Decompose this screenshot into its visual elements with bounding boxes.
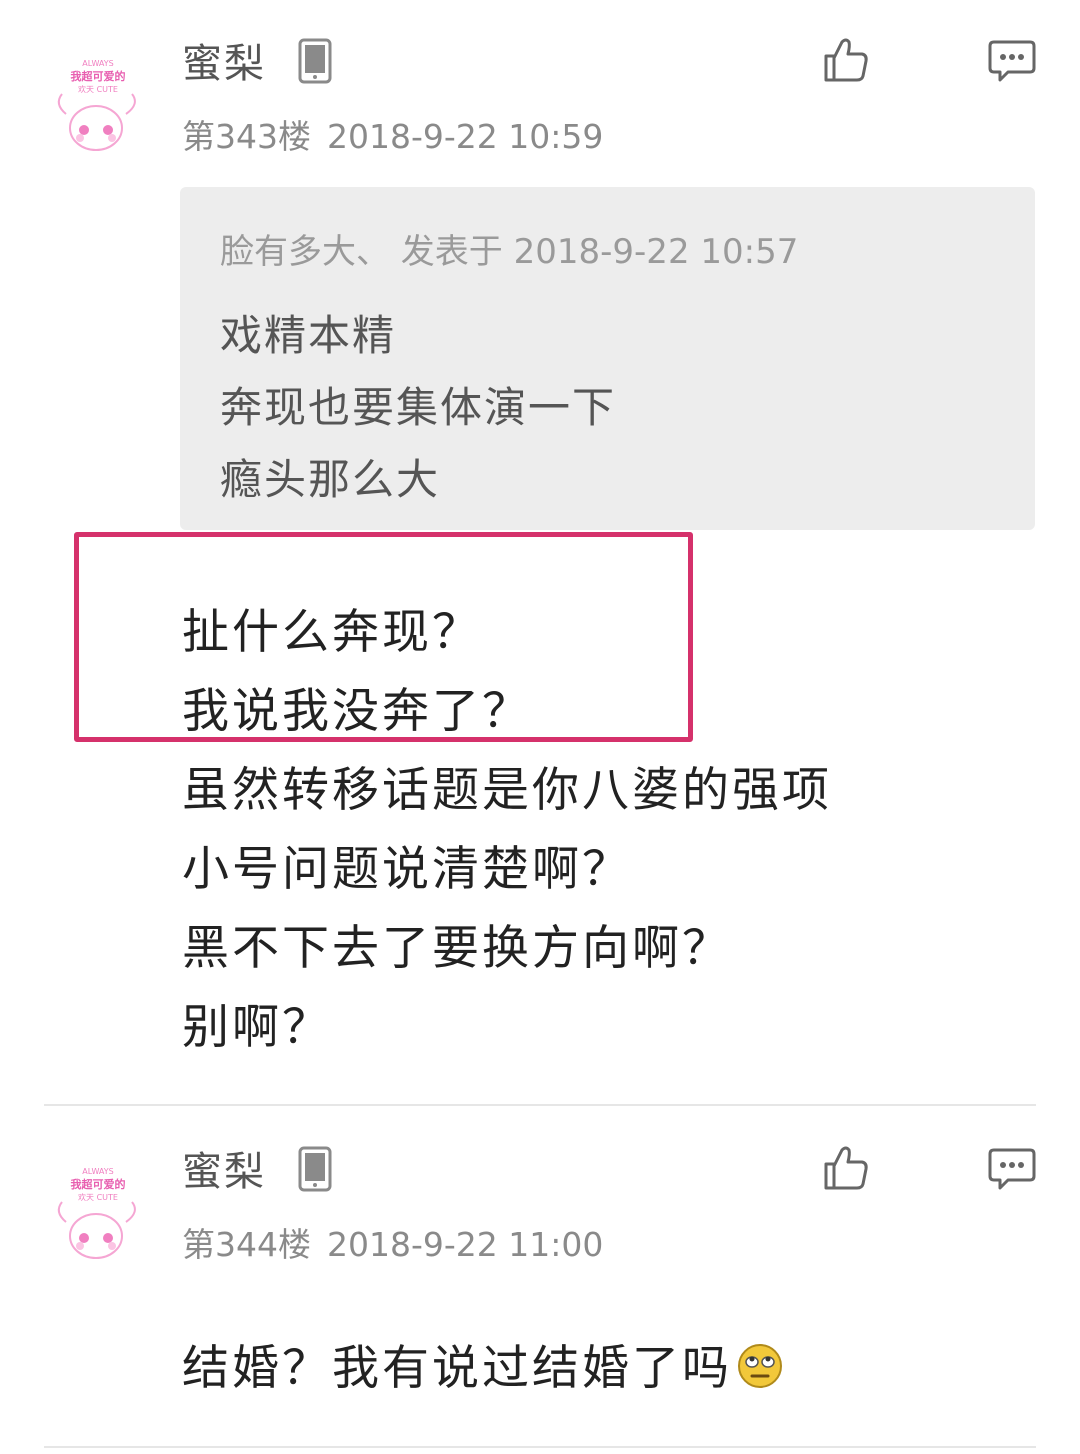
quote-header: 脸有多大、 发表于 2018-9-22 10:57 (220, 232, 799, 272)
comment-bubble-icon[interactable] (988, 1148, 1036, 1190)
svg-text:我超可爱的: 我超可爱的 (71, 69, 126, 83)
comment-bubble-icon[interactable] (988, 40, 1036, 82)
quote-line: 奔现也要集体演一下 (220, 383, 617, 432)
post-timestamp: 2018-9-22 10:59 (327, 117, 604, 156)
quote-line: 瘾头那么大 (220, 455, 441, 504)
quoted-reply: 脸有多大、 发表于 2018-9-22 10:57 戏精本精 奔现也要集体演一下… (180, 187, 1035, 530)
thumbs-up-icon[interactable] (822, 36, 870, 84)
svg-text:欢天 CUTE: 欢天 CUTE (78, 84, 118, 94)
post-text: 结婚？我有说过结婚了吗 (182, 1341, 732, 1396)
quote-line: 戏精本精 (220, 311, 397, 360)
floor-meta: 第344楼 2018-9-22 11:00 (182, 1228, 603, 1261)
post-divider (44, 1446, 1036, 1448)
post-timestamp: 2018-9-22 11:00 (327, 1225, 604, 1264)
post-text-line: 小号问题说清楚啊？ (182, 842, 632, 897)
floor-number: 第343楼 (182, 117, 311, 156)
username[interactable]: 蜜梨 (182, 1152, 266, 1192)
post-text-line: 虽然转移话题是你八婆的强项 (182, 763, 832, 818)
rolling-eyes-emoji-icon (738, 1344, 782, 1388)
post-343: ALWAYS 我超可爱的 欢天 CUTE 蜜梨 第343楼 2018-9-22 1… (0, 0, 1080, 1106)
post-text-line: 黑不下去了要换方向啊？ (182, 921, 732, 976)
username[interactable]: 蜜梨 (182, 44, 266, 84)
thumbs-up-icon[interactable] (822, 1144, 870, 1192)
user-avatar[interactable]: ALWAYS 我超可爱的 欢天 CUTE (44, 1160, 152, 1268)
post-text-line: 别啊？ (182, 1000, 332, 1055)
phone-icon (298, 1146, 332, 1192)
svg-text:ALWAYS: ALWAYS (82, 1167, 113, 1176)
user-avatar[interactable]: ALWAYS 我超可爱的 欢天 CUTE (44, 52, 152, 160)
highlight-annotation-box (74, 532, 693, 742)
floor-number: 第344楼 (182, 1225, 311, 1264)
post-344: ALWAYS 我超可爱的 欢天 CUTE 蜜梨 第344楼 2018-9-22 1… (0, 1106, 1080, 1454)
svg-text:ALWAYS: ALWAYS (82, 59, 113, 68)
svg-text:我超可爱的: 我超可爱的 (71, 1177, 126, 1191)
phone-icon (298, 38, 332, 84)
floor-meta: 第343楼 2018-9-22 10:59 (182, 120, 603, 153)
svg-text:欢天 CUTE: 欢天 CUTE (78, 1192, 118, 1202)
post-text-line: 结婚？我有说过结婚了吗 (182, 1342, 784, 1392)
